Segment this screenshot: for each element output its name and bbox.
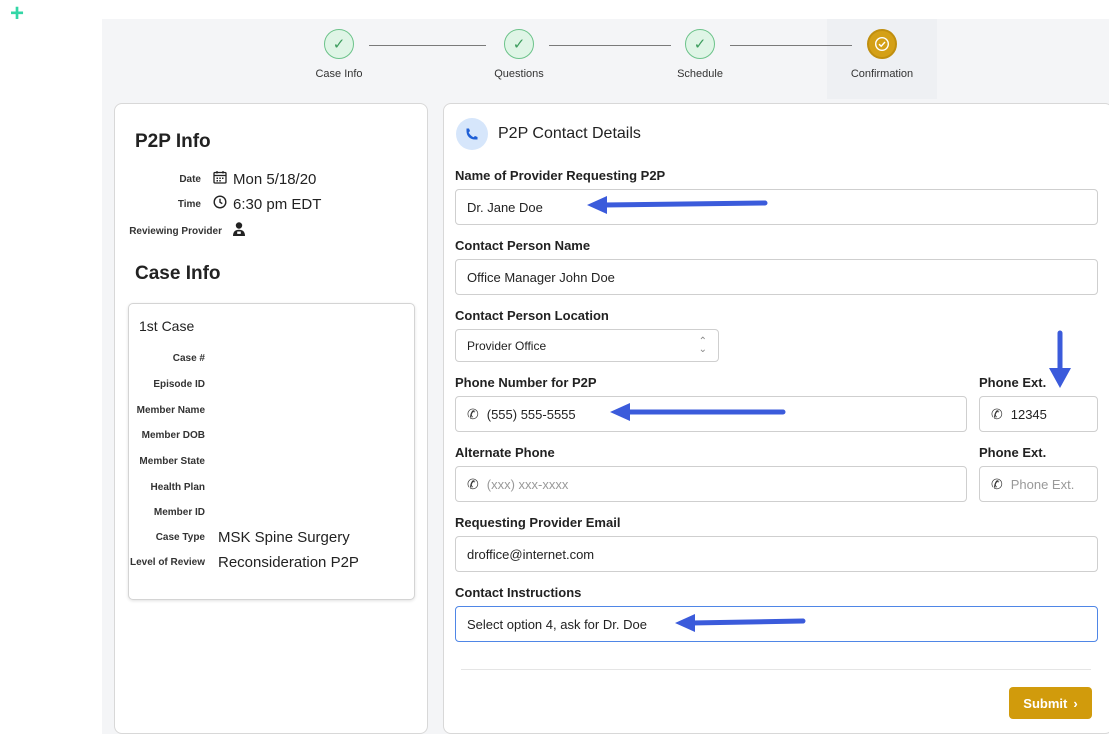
step-label: Case Info bbox=[315, 68, 363, 80]
alt-phone-label: Alternate Phone bbox=[455, 445, 555, 460]
instructions-label: Contact Instructions bbox=[455, 585, 582, 600]
case-info-title: Case Info bbox=[135, 263, 221, 284]
case-row-value: Reconsideration P2P bbox=[218, 554, 359, 571]
contact-location-select[interactable]: Provider Office ⌃ ⌄ bbox=[455, 329, 719, 362]
annotation-arrow-icon bbox=[1049, 330, 1071, 388]
case-card-title: 1st Case bbox=[139, 318, 195, 334]
contact-name-label: Contact Person Name bbox=[455, 238, 591, 253]
case-row: Case Type MSK Spine Surgery bbox=[129, 529, 416, 546]
case-card: 1st Case Case # Episode ID Member Name M… bbox=[128, 303, 415, 600]
select-value: Provider Office bbox=[467, 338, 547, 353]
phone-ext-label: Phone Ext. bbox=[979, 375, 1047, 390]
p2p-info-panel: P2P Info Date Mon 5/18/20 Time 6:30 pm E… bbox=[114, 103, 428, 734]
date-value: Mon 5/18/20 bbox=[233, 170, 317, 188]
submit-label: Submit bbox=[1023, 695, 1068, 711]
phone-ext-input[interactable]: ✆ 12345 bbox=[979, 396, 1098, 432]
reviewing-provider-row: Reviewing Provider bbox=[115, 221, 415, 241]
phone-icon: ✆ bbox=[467, 475, 479, 492]
email-input[interactable]: droffice@internet.com bbox=[455, 536, 1098, 572]
panel-header: P2P Contact Details bbox=[456, 118, 641, 150]
annotation-arrow-icon bbox=[675, 614, 806, 632]
case-row-label: Episode ID bbox=[153, 379, 205, 390]
input-placeholder: (xxx) xxx-xxxx bbox=[486, 476, 569, 492]
phone-label: Phone Number for P2P bbox=[455, 375, 597, 390]
provider-name-label: Name of Provider Requesting P2P bbox=[455, 168, 666, 183]
app-container: ✓ Case Info ✓ Questions ✓ Schedule Confi… bbox=[102, 19, 1109, 734]
p2p-info-title: P2P Info bbox=[135, 131, 211, 152]
step-confirmation[interactable]: Confirmation bbox=[822, 29, 942, 80]
step-schedule[interactable]: ✓ Schedule bbox=[640, 29, 760, 80]
contact-location-label: Contact Person Location bbox=[455, 308, 609, 323]
input-value: 12345 bbox=[1010, 406, 1047, 422]
annotation-arrow-icon bbox=[587, 196, 768, 214]
case-row-label: Case Type bbox=[155, 532, 205, 543]
check-circle-icon bbox=[867, 29, 897, 59]
case-row: Member Name bbox=[129, 405, 416, 416]
contact-name-input[interactable]: Office Manager John Doe bbox=[455, 259, 1098, 295]
panel-title: P2P Contact Details bbox=[498, 125, 641, 142]
time-value: 6:30 pm EDT bbox=[233, 195, 322, 213]
case-row-label: Case # bbox=[172, 353, 205, 364]
user-doctor-icon bbox=[231, 221, 247, 241]
case-row: Member DOB bbox=[129, 430, 416, 441]
email-label: Requesting Provider Email bbox=[455, 515, 621, 530]
phone-icon bbox=[456, 118, 488, 150]
case-row-label: Member DOB bbox=[141, 430, 205, 441]
plus-icon[interactable]: + bbox=[10, 2, 24, 26]
reviewing-provider-label: Reviewing Provider bbox=[129, 225, 222, 237]
step-questions[interactable]: ✓ Questions bbox=[459, 29, 579, 80]
step-case-info[interactable]: ✓ Case Info bbox=[279, 29, 399, 80]
step-label: Schedule bbox=[677, 68, 723, 80]
input-value: (555) 555-5555 bbox=[486, 406, 576, 422]
input-value: Office Manager John Doe bbox=[467, 269, 615, 285]
alt-ext-label: Phone Ext. bbox=[979, 445, 1047, 460]
phone-icon: ✆ bbox=[467, 405, 479, 422]
check-icon: ✓ bbox=[685, 29, 715, 59]
case-row-label: Member State bbox=[139, 456, 205, 467]
time-row: Time 6:30 pm EDT bbox=[115, 195, 415, 213]
step-label: Questions bbox=[494, 68, 544, 80]
clock-icon bbox=[213, 195, 227, 213]
check-icon: ✓ bbox=[504, 29, 534, 59]
submit-button[interactable]: Submit › bbox=[1009, 687, 1092, 719]
case-row: Member State bbox=[129, 456, 416, 467]
page: + ✓ Case Info ✓ Questions ✓ Schedule Con… bbox=[0, 0, 1109, 734]
calendar-icon bbox=[213, 170, 227, 188]
date-label: Date bbox=[179, 173, 201, 185]
case-row: Episode ID bbox=[129, 379, 416, 390]
divider bbox=[461, 669, 1091, 670]
step-label: Confirmation bbox=[850, 68, 914, 80]
case-row-label: Member Name bbox=[136, 405, 205, 416]
input-value: Select option 4, ask for Dr. Doe bbox=[467, 616, 647, 632]
case-row: Member ID bbox=[129, 507, 416, 518]
date-row: Date Mon 5/18/20 bbox=[115, 170, 415, 188]
input-placeholder: Phone Ext. bbox=[1010, 476, 1075, 492]
select-chevron-icon: ⌃ ⌄ bbox=[698, 335, 707, 355]
provider-name-input[interactable]: Dr. Jane Doe bbox=[455, 189, 1098, 225]
case-row-label: Health Plan bbox=[150, 482, 205, 493]
case-row-label: Member ID bbox=[153, 507, 205, 518]
input-value: droffice@internet.com bbox=[467, 546, 595, 562]
input-value: Dr. Jane Doe bbox=[467, 199, 543, 215]
alt-ext-input[interactable]: ✆ Phone Ext. bbox=[979, 466, 1098, 502]
case-row: Level of Review Reconsideration P2P bbox=[129, 554, 416, 571]
progress-stepper: ✓ Case Info ✓ Questions ✓ Schedule Confi… bbox=[102, 19, 1109, 99]
case-row-value: MSK Spine Surgery bbox=[218, 529, 350, 546]
chevron-right-icon: › bbox=[1073, 695, 1078, 711]
phone-icon: ✆ bbox=[991, 405, 1003, 422]
annotation-arrow-icon bbox=[610, 403, 786, 421]
case-row: Case # bbox=[129, 353, 416, 364]
case-row: Health Plan bbox=[129, 482, 416, 493]
case-row-label: Level of Review bbox=[129, 557, 205, 568]
alt-phone-input[interactable]: ✆ (xxx) xxx-xxxx bbox=[455, 466, 967, 502]
time-label: Time bbox=[177, 198, 201, 210]
check-icon: ✓ bbox=[324, 29, 354, 59]
phone-icon: ✆ bbox=[991, 475, 1003, 492]
